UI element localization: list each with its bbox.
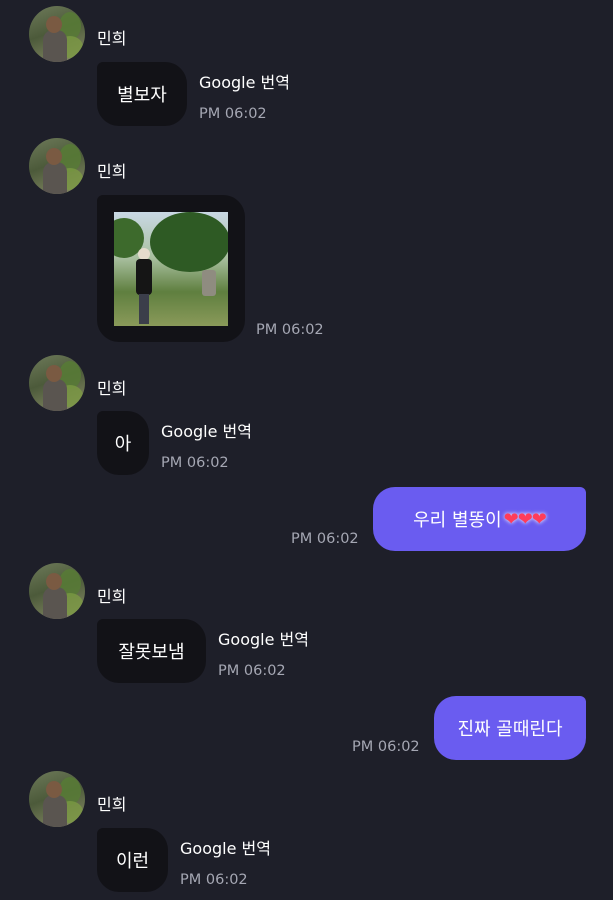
- photo-tree: [150, 211, 228, 272]
- photo-message-bubble[interactable]: [97, 195, 245, 342]
- shared-photo[interactable]: [114, 211, 228, 326]
- google-translate-link[interactable]: Google 번역: [199, 69, 290, 93]
- avatar-photo-head: [46, 781, 62, 798]
- sender-name: 민희: [97, 379, 127, 398]
- message-text: 별보자: [117, 85, 167, 106]
- avatar-photo-person: [43, 30, 67, 62]
- sent-message-bubble[interactable]: 진짜 골때린다: [434, 696, 586, 760]
- avatar[interactable]: [29, 138, 85, 194]
- avatar-photo-person: [43, 795, 67, 827]
- message-timestamp: PM 06:02: [352, 739, 420, 755]
- avatar-photo-head: [46, 148, 62, 165]
- sender-name: 민희: [97, 29, 127, 48]
- avatar[interactable]: [29, 6, 85, 62]
- message-timestamp: PM 06:02: [161, 455, 229, 471]
- message-timestamp: PM 06:02: [199, 106, 267, 122]
- message-bubble[interactable]: 이런: [97, 828, 168, 892]
- avatar[interactable]: [29, 563, 85, 619]
- message-timestamp: PM 06:02: [180, 872, 248, 888]
- google-translate-link[interactable]: Google 번역: [161, 418, 252, 442]
- message-text: 우리 별똥이: [413, 510, 502, 531]
- sender-name: 민희: [97, 587, 127, 606]
- sent-message-bubble[interactable]: 우리 별똥이 ❤❤❤: [373, 487, 586, 551]
- avatar[interactable]: [29, 355, 85, 411]
- avatar-photo-head: [46, 365, 62, 382]
- photo-person: [136, 247, 152, 324]
- message-text: 아: [114, 434, 132, 455]
- google-translate-link[interactable]: Google 번역: [218, 626, 309, 650]
- sender-name: 민희: [97, 162, 127, 181]
- avatar[interactable]: [29, 771, 85, 827]
- avatar-photo-person: [43, 587, 67, 619]
- message-timestamp: PM 06:02: [291, 531, 359, 547]
- avatar-photo-head: [46, 16, 62, 33]
- avatar-photo-head: [46, 573, 62, 590]
- message-bubble[interactable]: 잘못보냄: [97, 619, 206, 683]
- message-text: 잘못보냄: [118, 642, 185, 663]
- avatar-photo-person: [43, 162, 67, 194]
- avatar-photo-person: [43, 379, 67, 411]
- sender-name: 민희: [97, 795, 127, 814]
- message-text: 진짜 골때린다: [457, 719, 563, 740]
- message-bubble[interactable]: 별보자: [97, 62, 187, 126]
- heart-emoji-icon: ❤❤❤: [503, 508, 547, 530]
- message-timestamp: PM 06:02: [256, 322, 324, 338]
- photo-statue: [202, 269, 216, 296]
- message-timestamp: PM 06:02: [218, 663, 286, 679]
- message-text: 이런: [115, 851, 150, 872]
- message-bubble[interactable]: 아: [97, 411, 149, 475]
- google-translate-link[interactable]: Google 번역: [180, 835, 271, 859]
